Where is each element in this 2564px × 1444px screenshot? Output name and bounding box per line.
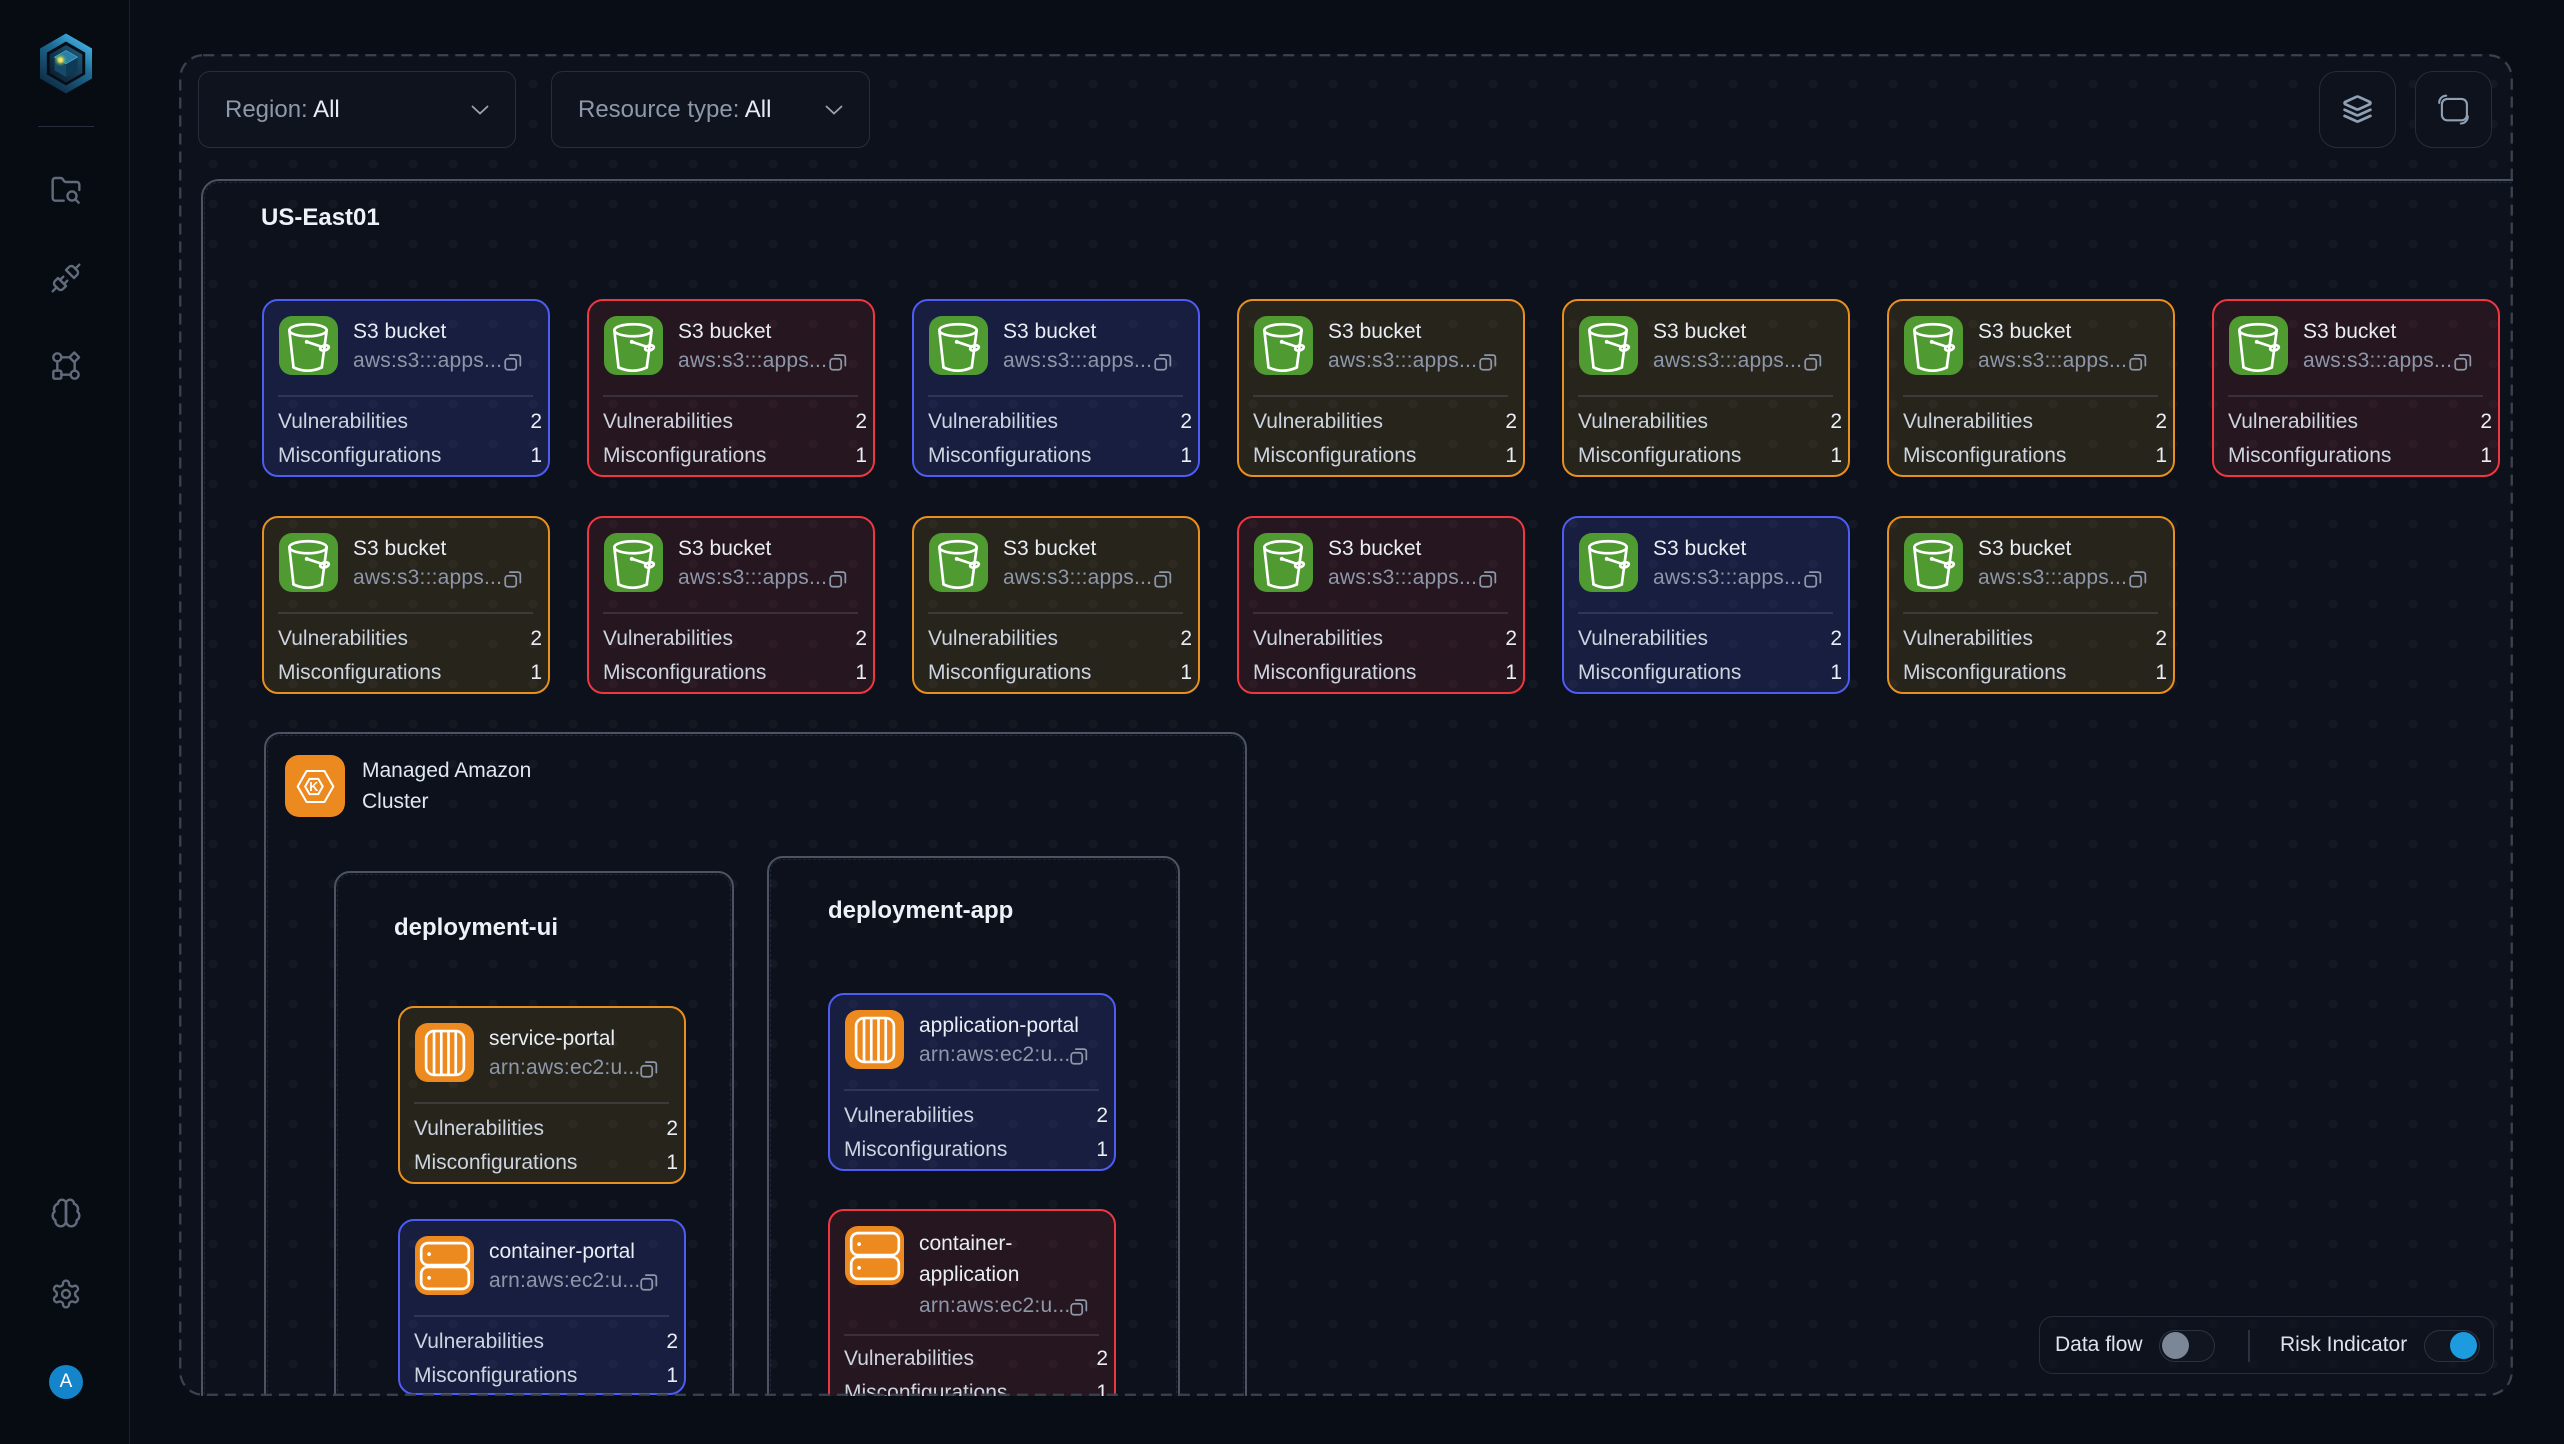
svg-text:K: K — [309, 780, 318, 794]
